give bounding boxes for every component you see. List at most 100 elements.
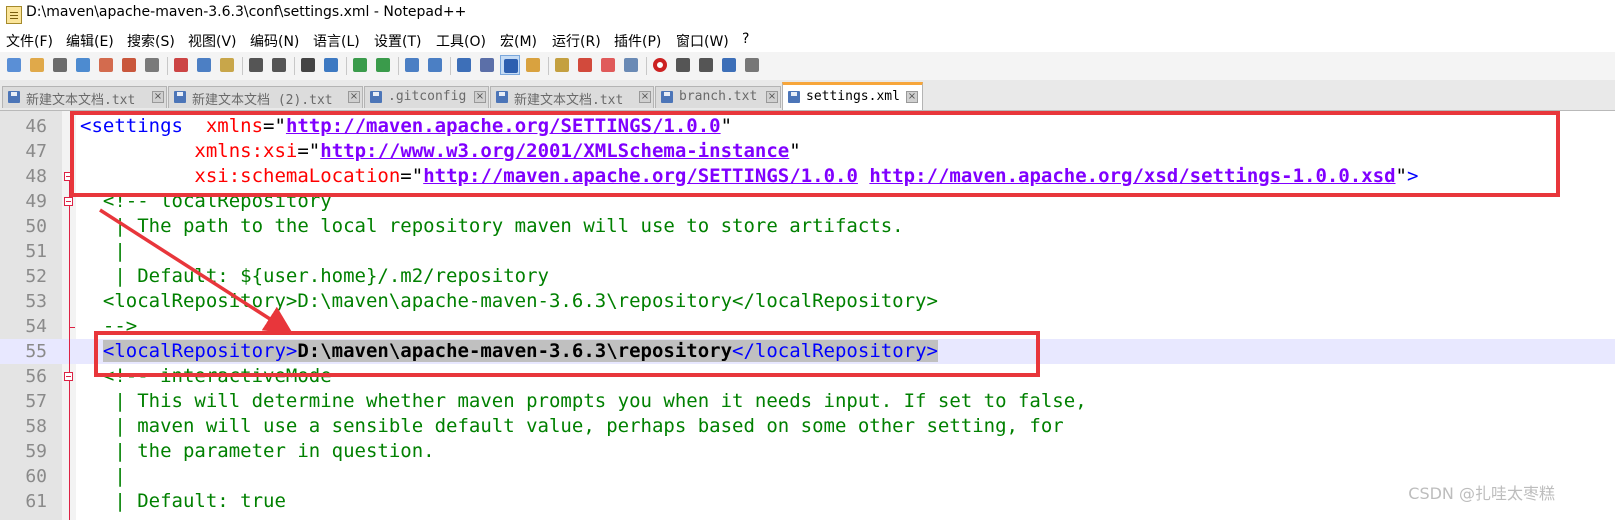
close-button[interactable] [96,55,116,75]
watermark: CSDN @扎哇太枣糕 [1408,484,1555,503]
xml-comment: | maven will use a sensible default valu… [80,415,1064,437]
print-icon [145,58,159,72]
menu-settings[interactable]: 设置(T) [374,31,421,51]
redo-button[interactable] [269,55,289,75]
annotation-box-local-repository [94,331,1040,377]
menu-tools[interactable]: 工具(O) [436,31,486,51]
menu-view[interactable]: 视图(V) [188,31,237,51]
window-title: D:\maven\apache-maven-3.6.3\conf\setting… [26,4,467,20]
tab-gitconfig[interactable]: .gitconfig × [364,86,489,108]
line-number: 60 [25,466,47,487]
sync-vertical-button[interactable] [402,55,422,75]
save-icon [53,58,67,72]
toolbar-separator [450,57,451,75]
menu-macro[interactable]: 宏(M) [500,31,537,51]
open-file-icon [30,58,44,72]
tab-label: 新建文本文档.txt [26,93,136,108]
tab-new-text-doc-2[interactable]: 新建文本文档 (2).txt × [168,86,363,108]
show-all-chars-button[interactable] [477,55,497,75]
toolbar-separator [548,57,549,75]
cut-button[interactable] [171,55,191,75]
saved-file-icon [174,91,186,103]
save-all-icon [76,58,90,72]
record-macro-button[interactable] [650,55,670,75]
word-wrap-button[interactable] [454,55,474,75]
run-macro-multiple-button[interactable] [719,55,739,75]
doc-map-button[interactable] [552,55,572,75]
sync-horizontal-icon [428,58,442,72]
toolbar-separator [398,57,399,75]
save-button[interactable] [50,55,70,75]
function-list-icon [578,58,592,72]
replace-button[interactable] [321,55,341,75]
xml-comment: | [80,465,126,487]
menu-plugins[interactable]: 插件(P) [614,31,661,51]
stop-record-button[interactable] [673,55,693,75]
saved-file-icon [788,91,800,103]
tab-close-icon[interactable]: × [639,91,651,103]
find-button[interactable] [298,55,318,75]
zoom-in-button[interactable] [350,55,370,75]
fold-collapse-icon[interactable] [64,372,73,381]
print-button[interactable] [142,55,162,75]
monitoring-button[interactable] [621,55,641,75]
menu-encoding[interactable]: 编码(N) [250,31,299,51]
folder-workspace-icon [601,58,615,72]
menu-help[interactable]: ? [742,31,749,47]
line-number: 51 [25,241,47,262]
tab-new-text-doc-3[interactable]: 新建文本文档.txt × [490,86,654,108]
xml-comment: | Default: true [80,490,286,512]
define-language-button[interactable] [523,55,543,75]
line-number: 54 [25,316,47,337]
tab-new-text-doc-1[interactable]: 新建文本文档.txt × [2,86,167,108]
monitoring-icon [624,58,638,72]
undo-button[interactable] [246,55,266,75]
tab-close-icon[interactable]: × [348,91,360,103]
tab-close-icon[interactable]: × [152,91,164,103]
close-icon [99,58,113,72]
tab-branch[interactable]: branch.txt × [655,86,781,108]
toolbar-separator [167,57,168,75]
undo-icon [249,58,263,72]
xml-comment: <localRepository>D:\maven\apache-maven-3… [80,290,938,312]
tab-label: .gitconfig [388,89,467,104]
menu-window[interactable]: 窗口(W) [676,31,729,51]
line-number: 52 [25,266,47,287]
tab-bar: 新建文本文档.txt × 新建文本文档 (2).txt × .gitconfig… [0,80,1615,111]
fold-collapse-icon[interactable] [64,197,73,206]
line-number: 56 [25,366,47,387]
new-file-button[interactable] [4,55,24,75]
paste-button[interactable] [217,55,237,75]
redo-icon [272,58,286,72]
save-macro-button[interactable] [742,55,762,75]
tab-close-icon[interactable]: × [766,91,778,103]
tab-close-icon[interactable]: × [474,91,486,103]
indent-guide-button[interactable] [500,55,520,75]
menu-run[interactable]: 运行(R) [552,31,601,51]
tab-label: branch.txt [679,89,758,104]
tab-close-icon[interactable]: × [906,91,918,103]
sync-horizontal-button[interactable] [425,55,445,75]
menu-search[interactable]: 搜索(S) [127,31,175,51]
record-macro-icon [653,58,667,72]
open-file-button[interactable] [27,55,47,75]
menu-edit[interactable]: 编辑(E) [66,31,114,51]
word-wrap-icon [457,58,471,72]
tab-settings-xml[interactable]: settings.xml × [782,82,923,110]
function-list-button[interactable] [575,55,595,75]
play-macro-button[interactable] [696,55,716,75]
menu-language[interactable]: 语言(L) [313,31,360,51]
save-macro-icon [745,58,759,72]
zoom-out-button[interactable] [373,55,393,75]
save-all-button[interactable] [73,55,93,75]
tab-label: 新建文本文档.txt [514,93,624,108]
code-line: 57 | This will determine whether maven p… [0,389,1615,414]
replace-icon [324,58,338,72]
copy-button[interactable] [194,55,214,75]
saved-file-icon [496,91,508,103]
saved-file-icon [370,91,382,103]
menu-file[interactable]: 文件(F) [6,31,53,51]
close-all-button[interactable] [119,55,139,75]
line-number: 57 [25,391,47,412]
folder-workspace-button[interactable] [598,55,618,75]
